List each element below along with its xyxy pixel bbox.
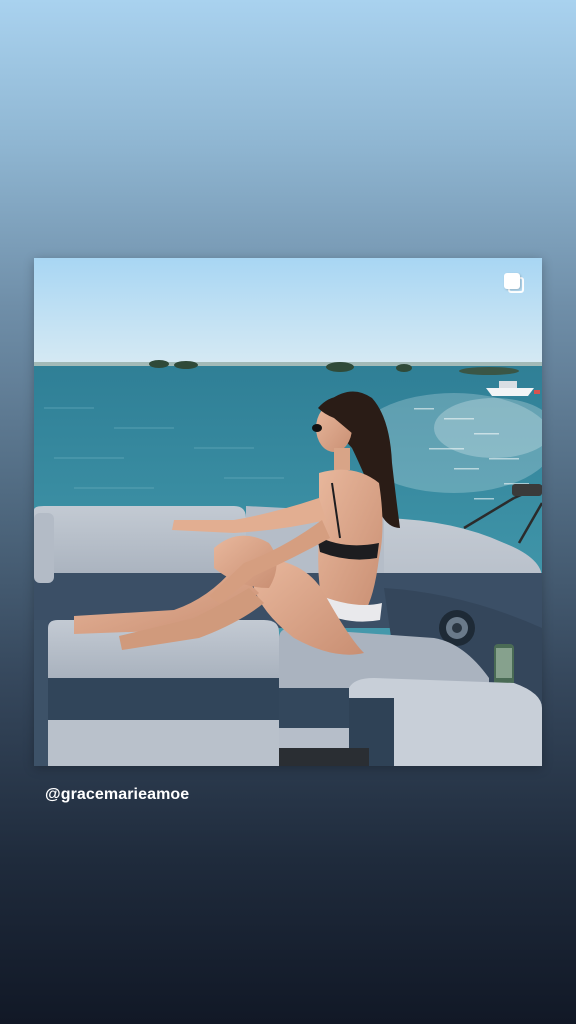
shared-post-image[interactable]	[34, 258, 542, 766]
post-photo	[34, 258, 542, 766]
carousel-multiple-icon	[504, 273, 526, 295]
username-mention[interactable]: @gracemarieamoe	[45, 786, 189, 804]
